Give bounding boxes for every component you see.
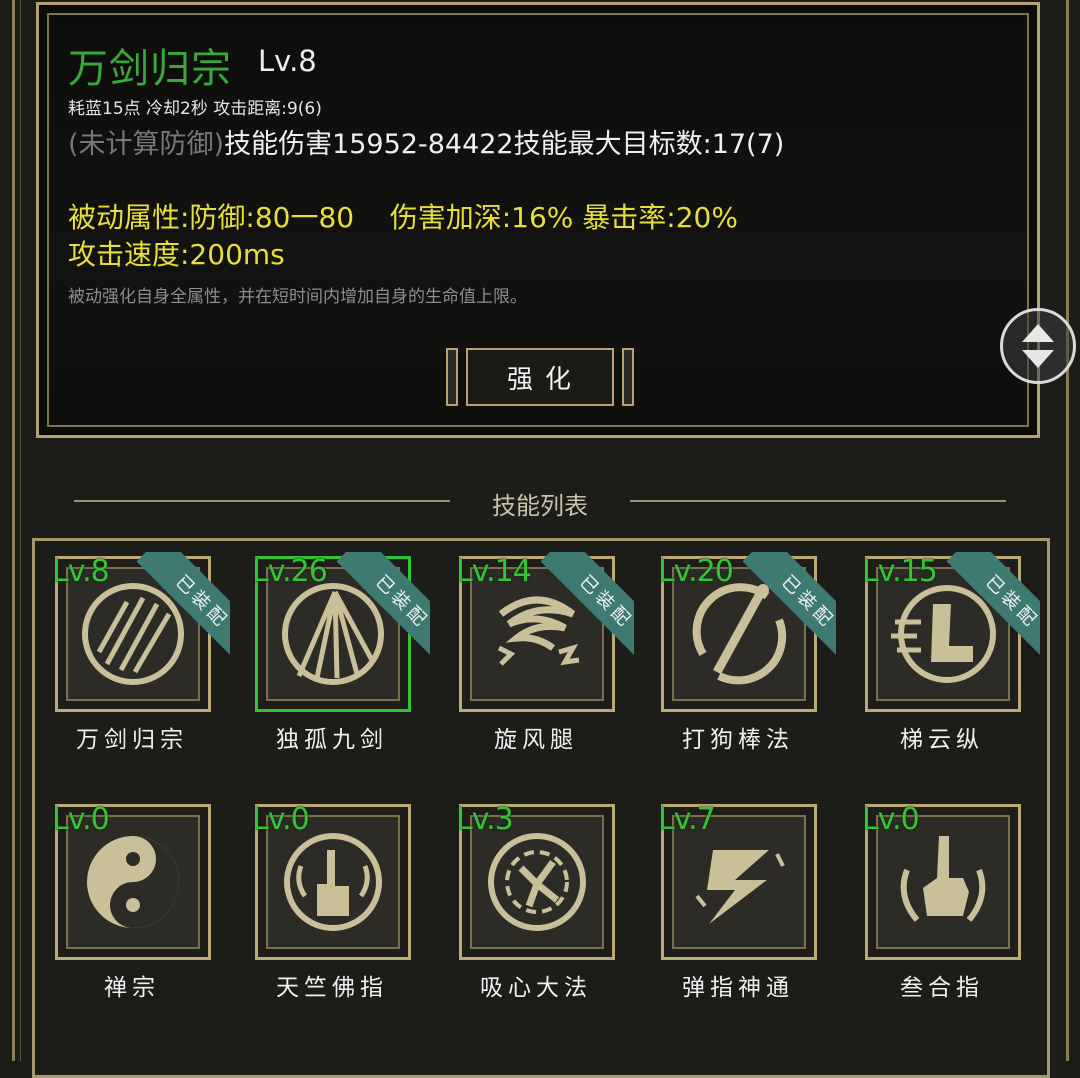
outer-frame-left-inner (20, 0, 21, 1061)
skill-list-title: 技能列表 (492, 492, 588, 520)
skill-level-label: Lv.20 (658, 554, 734, 589)
equipped-label: 已装配 (171, 571, 230, 633)
upgrade-button[interactable]: 强化 (466, 348, 614, 406)
skill-cell[interactable]: Lv.3 吸心大法 (456, 802, 636, 1014)
skill-detail-name: 万剑归宗 (68, 46, 232, 92)
skill-level-label: Lv.7 (658, 802, 716, 837)
attack-speed: 攻击速度:200ms (68, 238, 285, 271)
skill-cell[interactable]: 已装配 Lv.15 梯云纵 (862, 552, 1042, 766)
upgrade-button-group: 强化 (446, 348, 634, 408)
equipped-label: 已装配 (371, 571, 430, 633)
skill-cell[interactable]: 已装配 Lv.14 旋风腿 (456, 552, 636, 766)
skill-level-label: Lv.0 (252, 802, 310, 837)
pointing-fist-icon (900, 836, 986, 922)
buddha-finger-icon (284, 833, 382, 931)
skill-level-label: Lv.14 (456, 554, 532, 589)
equipped-band: 已装配 (742, 552, 836, 668)
skill-name-label: 禅宗 (104, 975, 160, 1001)
section-divider-left (74, 500, 450, 502)
skill-cell[interactable]: 已装配 Lv.8 万剑归宗 (52, 552, 232, 766)
equipped-ribbon: 已装配 (114, 552, 230, 668)
equipped-ribbon: 已装配 (314, 552, 430, 668)
skill-level-label: Lv.8 (52, 554, 110, 589)
damage-text: 技能伤害15952-84422技能最大目标数:17(7) (224, 129, 785, 160)
up-down-arrows-icon (1022, 324, 1054, 368)
skill-level-label: Lv.0 (52, 802, 110, 837)
skill-name-label: 弹指神通 (682, 975, 794, 1001)
equipped-ribbon: 已装配 (720, 552, 836, 668)
section-divider-right (630, 500, 1006, 502)
skill-name-label: 天竺佛指 (276, 975, 388, 1001)
skill-level-label: Lv.0 (862, 802, 920, 837)
equipped-ribbon: 已装配 (924, 552, 1040, 668)
skill-name-label: 吸心大法 (480, 975, 592, 1001)
upgrade-button-right-cap (622, 348, 634, 406)
equipped-band: 已装配 (540, 552, 634, 668)
lightning-flick-icon (695, 850, 785, 924)
skill-name-label: 独孤九剑 (276, 727, 388, 753)
equipped-band: 已装配 (946, 552, 1040, 668)
skill-detail-level: Lv.8 (258, 44, 317, 78)
skill-name-label: 梯云纵 (900, 727, 984, 753)
skill-description: 被动强化自身全属性，并在短时间内增加自身的生命值上限。 (68, 287, 527, 307)
skill-cell[interactable]: Lv.0 禅宗 (52, 802, 232, 1014)
skill-name-label: 旋风腿 (494, 727, 578, 753)
equipped-band: 已装配 (136, 552, 230, 668)
outer-frame-left (12, 0, 15, 1061)
skill-name-label: 打狗棒法 (682, 727, 794, 753)
absorb-vortex-icon (488, 833, 586, 931)
skill-name-label: 万剑归宗 (76, 727, 188, 753)
upgrade-button-left-cap (446, 348, 458, 406)
equipped-band: 已装配 (336, 552, 430, 668)
skill-level-label: Lv.3 (456, 802, 514, 837)
passive-attributes: 被动属性:防御:80一80 伤害加深:16% 暴击率:20% (68, 201, 738, 234)
skill-cell[interactable]: 已装配 Lv.20 打狗棒法 (658, 552, 838, 766)
skill-level-label: Lv.26 (252, 554, 328, 589)
skill-cell[interactable]: Lv.0 叁合指 (862, 802, 1042, 1014)
equipped-label: 已装配 (777, 571, 836, 633)
equipped-ribbon: 已装配 (518, 552, 634, 668)
yin-yang-icon (87, 836, 179, 928)
equipped-label: 已装配 (575, 571, 634, 633)
skill-level-label: Lv.15 (862, 554, 938, 589)
skill-damage-line: (未计算防御)技能伤害15952-84422技能最大目标数:17(7) (68, 122, 784, 161)
skill-cell[interactable]: Lv.7 弹指神通 (658, 802, 838, 1014)
outer-frame-right (1066, 0, 1069, 1061)
skill-cost-line: 耗蓝15点 冷却2秒 攻击距离:9(6) (68, 99, 322, 119)
damage-note: (未计算防御) (68, 129, 225, 160)
scroll-toggle-button[interactable] (1000, 308, 1076, 384)
skill-cell[interactable]: 已装配 Lv.26 独孤九剑 (252, 552, 432, 766)
skill-name-label: 叁合指 (900, 975, 984, 1001)
skill-cell[interactable]: Lv.0 天竺佛指 (252, 802, 432, 1014)
equipped-label: 已装配 (981, 571, 1040, 633)
